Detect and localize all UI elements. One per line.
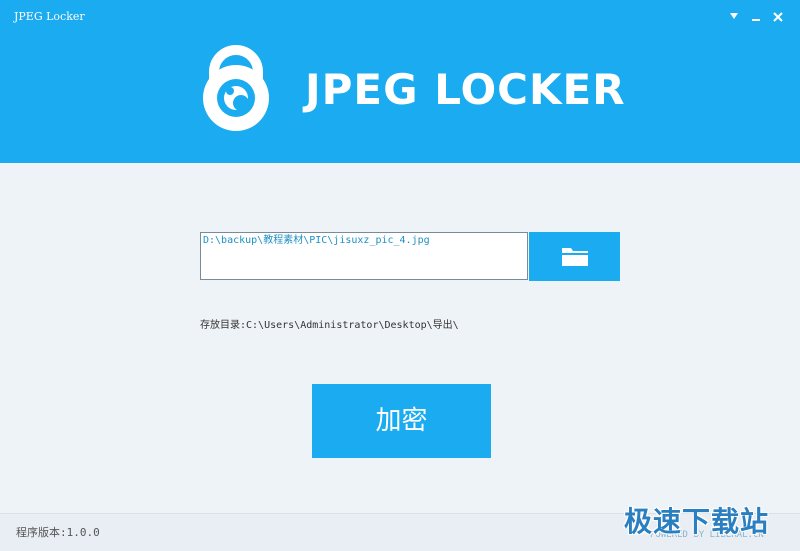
minimize-icon — [752, 19, 760, 21]
save-directory-label: 存放目录:C:\Users\Administrator\Desktop\导出\ — [200, 320, 459, 331]
minimize-button[interactable] — [746, 7, 766, 27]
site-watermark: 极速下载站 — [624, 505, 770, 538]
window-title: JPEG Locker — [14, 10, 85, 23]
lock-eye-logo — [203, 45, 269, 131]
close-button[interactable] — [768, 7, 788, 27]
brand-title: JPEG LOCKER — [305, 65, 626, 114]
close-icon — [773, 12, 783, 22]
main-content — [0, 163, 800, 513]
triangle-down-icon — [730, 13, 738, 19]
header-banner: JPEG Locker JPEG LOCKER — [0, 0, 800, 163]
dropdown-button[interactable] — [724, 7, 744, 27]
encrypt-button[interactable]: 加密 — [312, 384, 491, 458]
folder-icon — [562, 248, 588, 266]
browse-folder-button[interactable] — [529, 232, 620, 281]
file-path-input[interactable]: D:\backup\教程素材\PIC\jisuxz_pic_4.jpg — [200, 232, 528, 280]
version-label: 程序版本:1.0.0 — [16, 526, 100, 539]
